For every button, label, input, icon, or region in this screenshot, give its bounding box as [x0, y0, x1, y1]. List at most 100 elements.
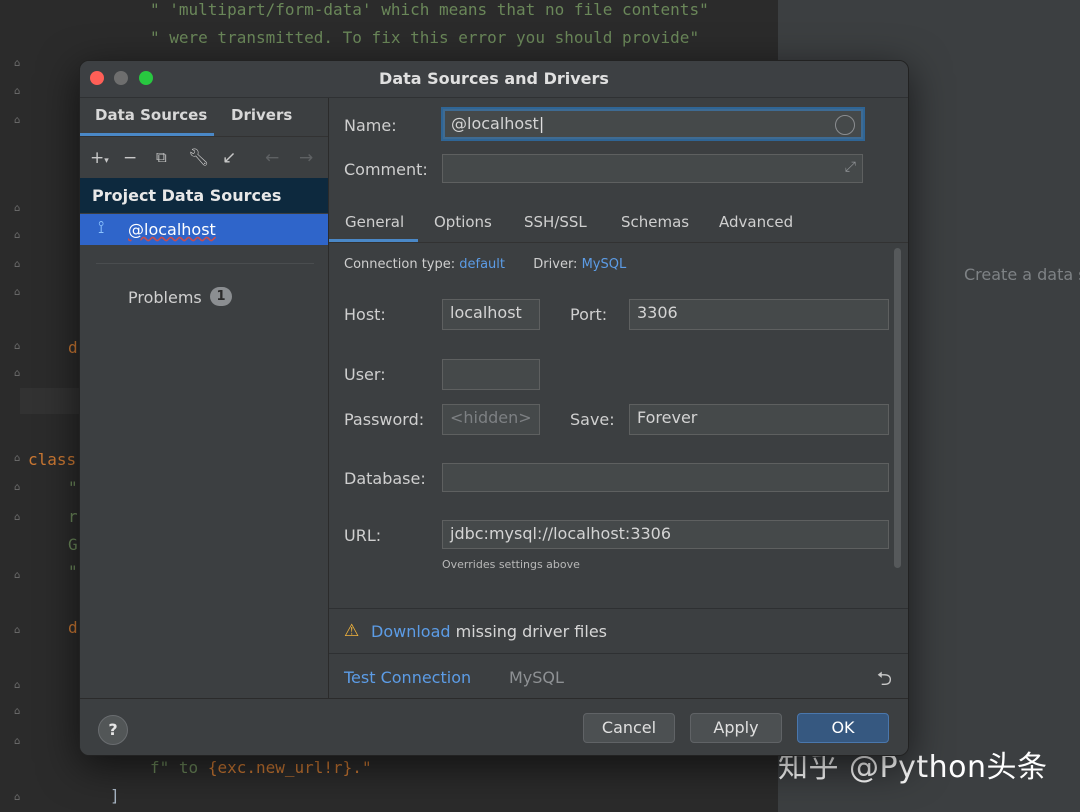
code-line: " 'multipart/form-data' which means that… [150, 0, 709, 19]
color-circle-icon[interactable] [835, 115, 855, 135]
fold-icon[interactable]: ⌂ [14, 230, 24, 241]
fold-icon[interactable]: ⌂ [14, 287, 24, 298]
fold-icon[interactable]: ⌂ [14, 736, 24, 747]
cancel-button[interactable]: Cancel [583, 713, 675, 743]
name-input[interactable]: @localhost| [441, 107, 865, 141]
fold-icon[interactable]: ⌂ [14, 512, 24, 523]
title-bar[interactable]: Data Sources and Drivers [80, 61, 908, 98]
dialog-footer: ? Cancel Apply OK [80, 698, 908, 755]
tab-drivers[interactable]: Drivers [231, 106, 292, 124]
code-fragment: to [178, 758, 199, 777]
fold-icon[interactable]: ⌂ [14, 115, 24, 126]
help-button[interactable]: ? [98, 715, 128, 745]
code-fragment: " [68, 478, 78, 497]
divider [96, 263, 314, 264]
data-sources-dialog: Data Sources and Drivers Data Sources Dr… [79, 60, 909, 756]
divider [80, 136, 328, 137]
code-fragment: {exc.new_url!r}." [207, 758, 372, 777]
tab-data-sources[interactable]: Data Sources [95, 106, 207, 124]
tab-options[interactable]: Options [434, 213, 492, 231]
fold-icon[interactable]: ⌂ [14, 680, 24, 691]
host-input[interactable]: localhost [442, 299, 540, 330]
right-pane: Name: @localhost| Comment: ⤢ General Opt… [329, 98, 908, 699]
fold-icon[interactable]: ⌂ [14, 58, 24, 69]
mysql-dolphin-icon: ⟟ [98, 218, 105, 238]
user-label: User: [344, 365, 386, 384]
code-fragment: G [68, 535, 78, 554]
add-icon[interactable]: +▾ [90, 148, 109, 168]
password-label: Password: [344, 410, 425, 429]
panel-hint: Create a data s [964, 265, 1080, 284]
test-connection-link[interactable]: Test Connection [344, 668, 471, 687]
code-fragment: r [68, 507, 78, 526]
warning-icon: ⚠ [344, 621, 360, 641]
duplicate-icon[interactable]: ⧉ [156, 148, 167, 166]
password-input[interactable]: <hidden> [442, 404, 540, 435]
expand-icon[interactable]: ⤢ [845, 159, 856, 175]
fold-icon[interactable]: ⌂ [14, 341, 24, 352]
group-header[interactable]: Project Data Sources [80, 178, 328, 213]
remove-icon[interactable]: − [123, 148, 137, 168]
tab-ssh-ssl[interactable]: SSH/SSL [524, 213, 587, 231]
url-label: URL: [344, 526, 382, 545]
database-label: Database: [344, 469, 426, 488]
vertical-scrollbar[interactable] [894, 248, 901, 568]
fold-icon[interactable]: ⌂ [14, 259, 24, 270]
host-label: Host: [344, 305, 386, 324]
revert-icon[interactable]: ⮌ [877, 665, 892, 697]
driver-footer-label: MySQL [509, 668, 564, 687]
name-label: Name: [344, 116, 397, 135]
comment-label: Comment: [344, 160, 428, 179]
code-fragment: f" [150, 758, 170, 777]
comment-input[interactable]: ⤢ [442, 154, 863, 183]
back-arrow-icon[interactable]: ← [265, 148, 279, 168]
driver-link[interactable]: MySQL [582, 257, 627, 272]
url-input[interactable]: jdbc:mysql://localhost:3306 [442, 520, 889, 549]
connection-type-row: Connection type: default Driver: MySQL [344, 257, 626, 272]
warning-bar: ⚠ Download missing driver files [329, 608, 908, 653]
driver-label: Driver: [533, 257, 578, 272]
import-icon[interactable]: ↙ [222, 148, 236, 168]
data-source-item[interactable]: ⟟ @localhost [80, 214, 328, 245]
fold-icon[interactable]: ⌂ [14, 625, 24, 636]
fold-icon[interactable]: ⌂ [14, 482, 24, 493]
fold-icon[interactable]: ⌂ [14, 792, 24, 803]
problems-count-badge: 1 [210, 287, 232, 306]
code-line: f" to {exc.new_url!r}." [150, 758, 372, 777]
download-link[interactable]: Download [371, 622, 451, 641]
code-line: " were transmitted. To fix this error yo… [150, 28, 700, 47]
ok-button[interactable]: OK [797, 713, 889, 743]
wrench-icon[interactable]: 🔧︎ [188, 148, 210, 168]
save-select[interactable]: Forever [629, 404, 889, 435]
general-tab-panel: Connection type: default Driver: MySQL H… [329, 243, 908, 607]
name-input-value: @localhost [451, 114, 539, 133]
save-label: Save: [570, 410, 615, 429]
code-fragment: class [28, 450, 77, 469]
apply-button[interactable]: Apply [690, 713, 782, 743]
code-fragment: d [68, 338, 78, 357]
tab-general[interactable]: General [345, 213, 404, 231]
test-connection-bar: Test Connection MySQL ⮌ [329, 653, 908, 699]
dialog-title: Data Sources and Drivers [379, 69, 609, 88]
problems-link[interactable]: Problems [128, 288, 202, 307]
fold-icon[interactable]: ⌂ [14, 368, 24, 379]
fold-icon[interactable]: ⌂ [14, 203, 24, 214]
database-input[interactable] [442, 463, 889, 492]
group-header-label: Project Data Sources [92, 186, 282, 205]
port-input[interactable]: 3306 [629, 299, 889, 330]
left-pane: Data Sources Drivers +▾ − ⧉ 🔧︎ ↙ ← → Pro… [80, 98, 329, 698]
connection-type-link[interactable]: default [459, 257, 505, 272]
tab-advanced[interactable]: Advanced [719, 213, 793, 231]
user-input[interactable] [442, 359, 540, 390]
code-fragment: d [68, 618, 78, 637]
code-fragment: " [68, 562, 78, 581]
code-fragment: ] [110, 786, 120, 805]
tab-schemas[interactable]: Schemas [621, 213, 689, 231]
forward-arrow-icon[interactable]: → [299, 148, 313, 168]
fold-icon[interactable]: ⌂ [14, 706, 24, 717]
fold-icon[interactable]: ⌂ [14, 570, 24, 581]
warning-text: missing driver files [450, 622, 608, 641]
fold-icon[interactable]: ⌂ [14, 453, 24, 464]
port-label: Port: [570, 305, 608, 324]
fold-icon[interactable]: ⌂ [14, 86, 24, 97]
